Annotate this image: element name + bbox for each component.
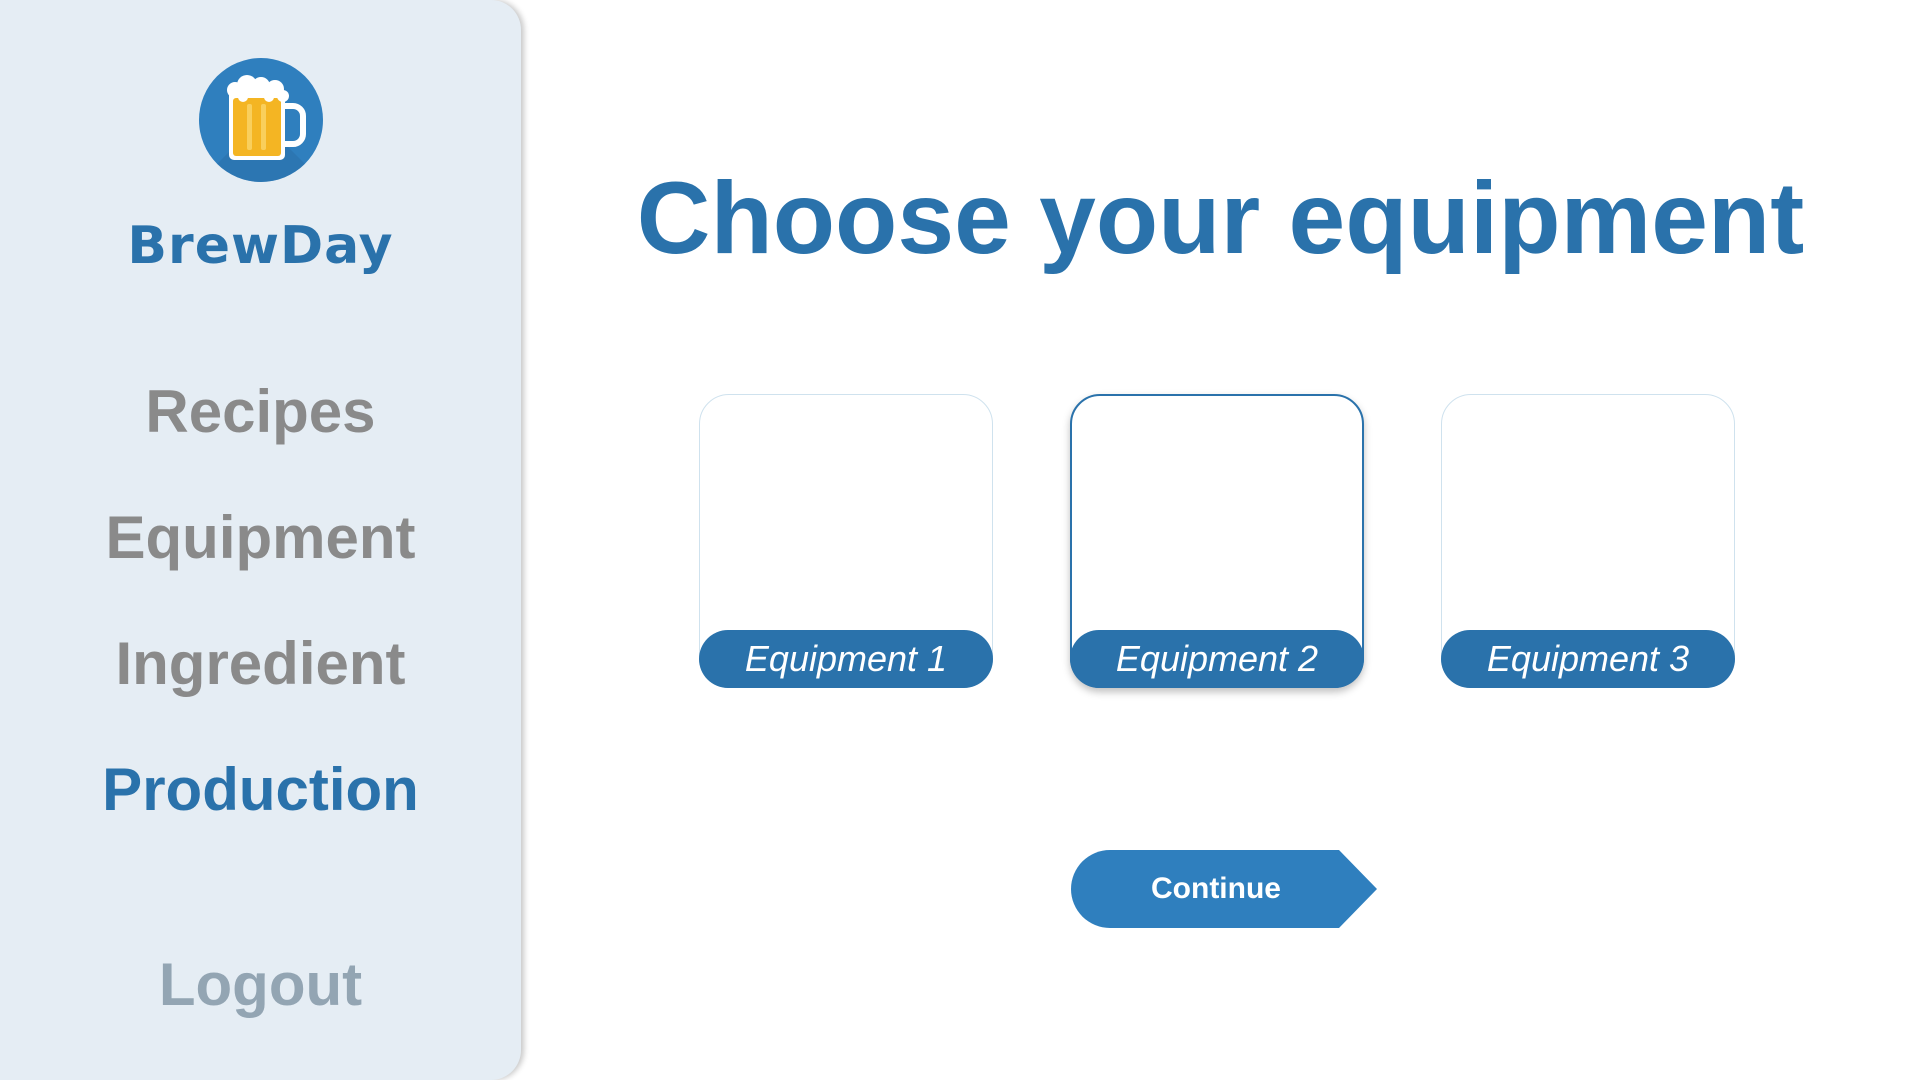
equipment-card-label: Equipment 1 [699,630,993,688]
equipment-card-label: Equipment 3 [1441,630,1735,688]
beer-mug-icon [199,58,323,182]
continue-button[interactable]: Continue [1071,850,1377,928]
nav-item-production[interactable]: Production [0,748,521,874]
nav-item-ingredient[interactable]: Ingredient [0,622,521,748]
logout-link[interactable]: Logout [0,950,521,1019]
continue-label: Continue [1151,872,1281,905]
sidebar-nav: Recipes Equipment Ingredient Production [0,370,521,874]
page-title: Choose your equipment [636,161,1805,275]
equipment-card-1[interactable]: Equipment 1 [699,394,993,688]
brand-name: BrewDay [127,216,394,276]
nav-item-recipes[interactable]: Recipes [0,370,521,496]
app-root: BrewDay Recipes Equipment Ingredient Pro… [0,0,1920,1080]
nav-item-equipment[interactable]: Equipment [0,496,521,622]
equipment-card-2[interactable]: Equipment 2 [1070,394,1364,688]
equipment-card-label: Equipment 2 [1070,630,1364,688]
equipment-card-3[interactable]: Equipment 3 [1441,394,1735,688]
sidebar: BrewDay Recipes Equipment Ingredient Pro… [0,0,521,1080]
